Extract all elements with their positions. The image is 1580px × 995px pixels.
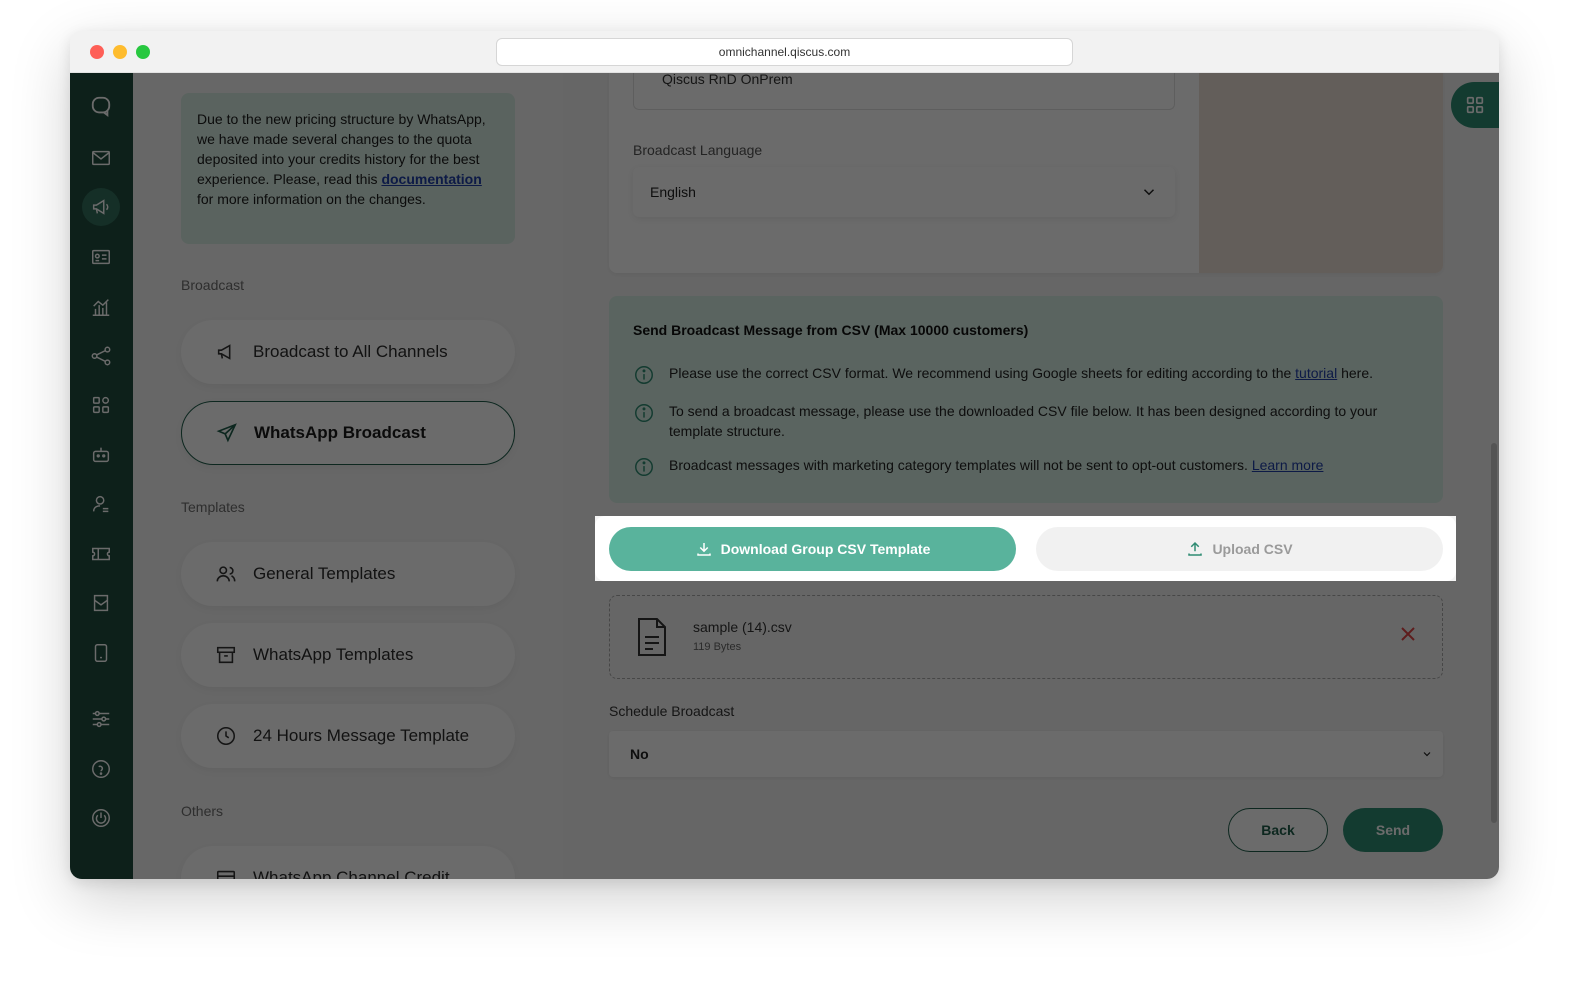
agent-icon[interactable]	[82, 485, 120, 523]
app-switcher-button[interactable]	[1451, 82, 1499, 128]
credit-card-icon	[216, 870, 236, 879]
notice-text-end: for more information on the changes.	[197, 191, 426, 207]
title-bar: omnichannel.qiscus.com	[70, 31, 1499, 73]
back-button[interactable]: Back	[1228, 808, 1328, 852]
menu-label: WhatsApp Broadcast	[254, 423, 426, 442]
language-value: English	[650, 184, 696, 200]
analytics-icon[interactable]	[82, 288, 120, 326]
file-icon	[638, 618, 666, 656]
info-row-optout: Broadcast messages with marketing catego…	[633, 455, 1423, 478]
schedule-value: No	[630, 746, 649, 762]
menu-broadcast-all-channels[interactable]: Broadcast to All Channels	[181, 320, 515, 384]
tutorial-link[interactable]: tutorial	[1295, 365, 1337, 381]
remove-file-icon[interactable]	[1398, 624, 1418, 644]
settings-sliders-icon[interactable]	[82, 700, 120, 738]
channel-field[interactable]: Qiscus RnD OnPrem	[633, 73, 1175, 110]
language-select[interactable]: English	[633, 167, 1175, 217]
broadcast-side-menu: Due to the new pricing structure by What…	[133, 73, 563, 879]
schedule-select[interactable]: No	[609, 731, 1443, 777]
send-icon	[216, 423, 237, 443]
archive-icon	[216, 646, 236, 664]
menu-label: WhatsApp Channel Credit	[253, 868, 450, 879]
info-text-end: here.	[1337, 365, 1374, 381]
broadcast-settings-card: Qiscus RnD OnPrem Broadcast Language Eng…	[609, 73, 1443, 273]
learn-more-link[interactable]: Learn more	[1252, 457, 1324, 473]
csv-info-title: Send Broadcast Message from CSV (Max 100…	[633, 322, 1029, 338]
file-size: 119 Bytes	[693, 641, 742, 653]
menu-whatsapp-broadcast[interactable]: WhatsApp Broadcast	[181, 401, 515, 465]
menu-general-templates[interactable]: General Templates	[181, 542, 515, 606]
menu-whatsapp-templates[interactable]: WhatsApp Templates	[181, 623, 515, 687]
icon-rail	[70, 73, 133, 879]
broadcast-icon[interactable]	[82, 188, 120, 226]
csv-info-box: Send Broadcast Message from CSV (Max 100…	[609, 296, 1443, 503]
download-csv-template-button[interactable]: Download Group CSV Template	[609, 527, 1016, 571]
app-content: Due to the new pricing structure by What…	[70, 73, 1499, 879]
menu-label: Broadcast to All Channels	[253, 342, 448, 361]
send-button[interactable]: Send	[1343, 808, 1443, 852]
clock-icon	[216, 726, 236, 746]
power-icon[interactable]	[82, 799, 120, 837]
info-icon	[635, 366, 653, 384]
upload-label: Upload CSV	[1212, 541, 1293, 557]
address-bar[interactable]: omnichannel.qiscus.com	[496, 38, 1073, 66]
download-label: Download Group CSV Template	[720, 541, 931, 557]
broadcast-form-area: Qiscus RnD OnPrem Broadcast Language Eng…	[563, 73, 1499, 879]
chevron-down-icon	[1423, 752, 1431, 757]
bot-icon[interactable]	[82, 436, 120, 474]
users-icon	[216, 566, 236, 582]
apps-icon[interactable]	[82, 386, 120, 424]
section-label-others: Others	[181, 803, 224, 819]
documentation-link[interactable]: documentation	[381, 171, 481, 187]
browser-window: omnichannel.qiscus.com Due to the new pr…	[70, 31, 1499, 879]
mobile-icon[interactable]	[82, 634, 120, 672]
info-row-download: To send a broadcast message, please use …	[633, 401, 1423, 441]
minimize-window-button[interactable]	[113, 45, 127, 59]
help-icon[interactable]	[82, 750, 120, 788]
menu-label: 24 Hours Message Template	[253, 726, 470, 745]
section-label-broadcast: Broadcast	[181, 277, 245, 293]
info-text: Broadcast messages with marketing catego…	[669, 457, 1252, 473]
info-text: To send a broadcast message, please use …	[669, 403, 1378, 439]
language-label: Broadcast Language	[633, 142, 763, 158]
scrollbar[interactable]	[1491, 443, 1497, 823]
integration-icon[interactable]	[82, 337, 120, 375]
message-preview-panel	[1199, 73, 1443, 273]
upload-icon	[1188, 541, 1203, 556]
schedule-label: Schedule Broadcast	[609, 703, 735, 719]
menu-24-hours-template[interactable]: 24 Hours Message Template	[181, 704, 515, 768]
uploaded-file-box: sample (14).csv 119 Bytes	[609, 595, 1443, 679]
contacts-icon[interactable]	[82, 238, 120, 276]
ticket-icon[interactable]	[82, 535, 120, 573]
upload-csv-button[interactable]: Upload CSV	[1036, 527, 1443, 571]
mailbox-icon[interactable]	[82, 584, 120, 622]
pricing-notice: Due to the new pricing structure by What…	[181, 93, 515, 244]
menu-whatsapp-channel-credit[interactable]: WhatsApp Channel Credit	[181, 846, 515, 879]
info-text: Please use the correct CSV format. We re…	[669, 365, 1296, 381]
info-icon	[635, 404, 653, 422]
chevron-down-icon	[1143, 189, 1155, 196]
grid-icon	[1466, 96, 1484, 114]
info-icon	[635, 458, 653, 476]
file-name: sample (14).csv	[693, 619, 792, 635]
inbox-icon[interactable]	[82, 139, 120, 177]
menu-label: WhatsApp Templates	[253, 645, 414, 664]
close-window-button[interactable]	[90, 45, 104, 59]
download-icon	[696, 543, 711, 556]
section-label-templates: Templates	[181, 499, 245, 515]
maximize-window-button[interactable]	[136, 45, 150, 59]
menu-label: General Templates	[253, 564, 396, 583]
megaphone-icon	[217, 344, 231, 360]
qiscus-logo-icon[interactable]	[82, 87, 120, 125]
info-row-format: Please use the correct CSV format. We re…	[633, 363, 1423, 386]
